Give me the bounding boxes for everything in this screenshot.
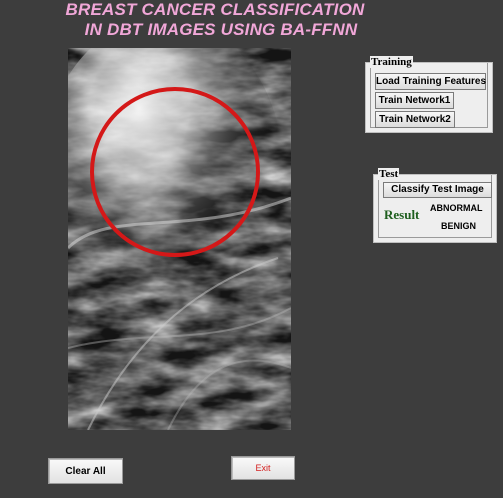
classify-test-image-button[interactable]: Classify Test Image — [383, 182, 492, 198]
training-panel: Training Load Training Features Train Ne… — [365, 56, 493, 133]
clear-all-button[interactable]: Clear All — [48, 458, 123, 484]
train-network1-button[interactable]: Train Network1 — [375, 92, 454, 109]
app-title-line2: IN DBT IMAGES USING BA-FFNN — [84, 20, 358, 39]
training-legend: Training — [370, 56, 413, 68]
load-training-features-button[interactable]: Load Training Features — [375, 73, 486, 90]
test-panel: Test Classify Test Image Result ABNORMAL… — [373, 168, 497, 243]
result-class-text: ABNORMAL — [430, 203, 483, 213]
exit-button[interactable]: Exit — [231, 456, 295, 480]
mammogram-image-icon — [68, 48, 291, 430]
mammogram-image — [68, 48, 291, 430]
result-type-text: BENIGN — [441, 221, 477, 231]
result-label: Result — [384, 207, 420, 222]
test-legend: Test — [378, 168, 400, 180]
app-title-line1: BREAST CANCER CLASSIFICATION — [65, 0, 365, 19]
train-network2-button[interactable]: Train Network2 — [375, 111, 455, 128]
